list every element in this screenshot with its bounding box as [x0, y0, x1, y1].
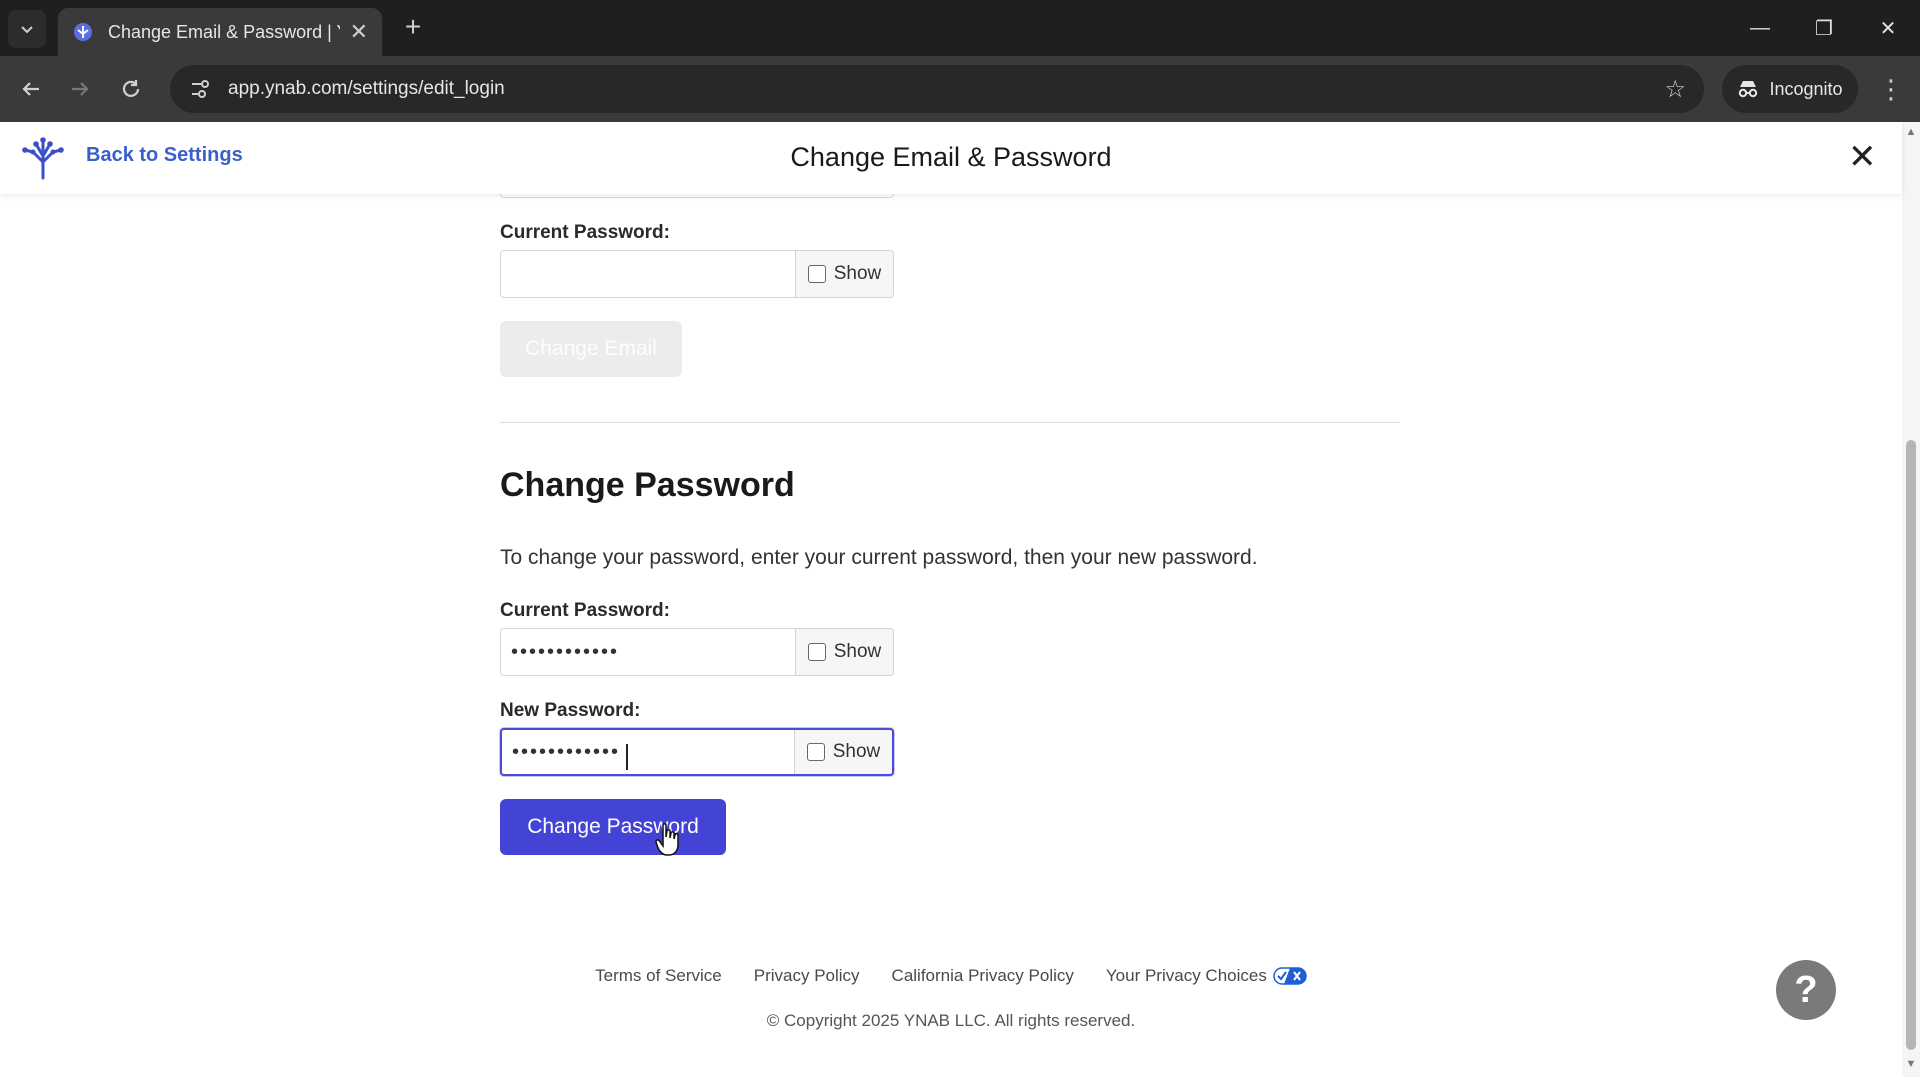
change-password-description: To change your password, enter your curr…: [500, 546, 1258, 569]
help-icon[interactable]: ?: [1776, 960, 1836, 1020]
minimize-button[interactable]: —: [1728, 0, 1792, 56]
back-arrow-icon: [22, 82, 39, 96]
app-header: Back to Settings Change Email & Password…: [0, 122, 1902, 194]
url-text: app.ynab.com/settings/edit_login: [228, 78, 505, 99]
current-password-field: Show: [500, 628, 894, 676]
show-checkbox[interactable]: [806, 743, 825, 761]
forward-button[interactable]: [63, 72, 97, 106]
current-show-password-toggle[interactable]: Show: [795, 629, 893, 675]
reload-button[interactable]: [114, 72, 148, 106]
page-title: Change Email & Password: [790, 142, 1112, 172]
current-password-label: Current Password:: [500, 600, 670, 621]
window-close-button[interactable]: ✕: [1856, 0, 1920, 56]
show-label: Show: [833, 263, 882, 284]
change-password-heading: Change Password: [500, 466, 795, 504]
footer-links: Terms of Service Privacy Policy Californ…: [0, 966, 1902, 986]
back-button[interactable]: [14, 72, 48, 106]
restore-button[interactable]: ❐: [1792, 0, 1856, 56]
address-bar[interactable]: app.ynab.com/settings/edit_login ☆: [170, 65, 1704, 113]
new-password-input[interactable]: [502, 730, 794, 774]
window-controls: — ❐ ✕: [1728, 0, 1920, 56]
email-current-password-label: Current Password:: [500, 222, 670, 243]
copyright-text: © Copyright 2025 YNAB LLC. All rights re…: [766, 1011, 1136, 1030]
privacy-choices-icon: [1273, 967, 1307, 985]
your-privacy-choices-label: Your Privacy Choices: [1105, 966, 1267, 985]
tab-search-button[interactable]: [8, 10, 46, 48]
browser-toolbar: app.ynab.com/settings/edit_login ☆ Incog…: [0, 56, 1920, 122]
email-current-password-field: Show: [500, 250, 894, 298]
your-privacy-choices-link[interactable]: Your Privacy Choices: [1106, 966, 1307, 986]
section-divider: [500, 422, 1400, 423]
chevron-down-icon: [21, 26, 33, 34]
new-show-password-toggle[interactable]: Show: [794, 730, 892, 774]
show-label: Show: [833, 641, 882, 662]
change-email-button[interactable]: Change Email: [500, 321, 682, 377]
new-tab-button[interactable]: +: [398, 11, 428, 42]
terms-of-service-link[interactable]: Terms of Service: [595, 966, 722, 986]
new-password-field: Show: [500, 728, 894, 776]
scroll-down-arrow-icon[interactable]: ▼: [1904, 1058, 1918, 1070]
star-icon[interactable]: ☆: [1664, 75, 1686, 104]
browser-tab-active[interactable]: Change Email & Password | YN ✕: [58, 8, 382, 56]
new-password-label: New Password:: [500, 700, 641, 721]
email-current-password-input[interactable]: [501, 251, 795, 297]
ynab-favicon-icon: [74, 23, 92, 41]
hand-cursor-icon: [655, 823, 679, 856]
close-icon[interactable]: ✕: [1848, 140, 1877, 174]
close-icon[interactable]: ✕: [350, 19, 368, 45]
california-privacy-policy-link[interactable]: California Privacy Policy: [892, 966, 1074, 986]
browser-tab-bar: Change Email & Password | YN ✕ + — ❐ ✕: [0, 0, 1920, 56]
page-scrollbar-thumb[interactable]: [1906, 440, 1916, 1050]
incognito-icon: [1739, 81, 1758, 98]
privacy-policy-link[interactable]: Privacy Policy: [754, 966, 860, 986]
scroll-up-arrow-icon[interactable]: ▲: [1904, 126, 1918, 138]
incognito-label: Incognito: [1769, 78, 1843, 99]
site-info-icon[interactable]: [188, 77, 212, 101]
kebab-menu-icon[interactable]: ⋮: [1876, 72, 1906, 106]
forward-arrow-icon: [72, 82, 89, 96]
email-show-password-toggle[interactable]: Show: [795, 251, 893, 297]
reload-icon: [122, 80, 140, 97]
incognito-indicator[interactable]: Incognito: [1722, 65, 1858, 113]
change-password-button[interactable]: Change Password: [500, 799, 726, 855]
show-label: Show: [832, 741, 881, 762]
show-checkbox[interactable]: [807, 643, 826, 661]
show-checkbox[interactable]: [807, 265, 826, 283]
tab-title: Change Email & Password | YN: [108, 21, 340, 42]
text-caret: [626, 744, 628, 770]
current-password-input[interactable]: [501, 629, 795, 675]
